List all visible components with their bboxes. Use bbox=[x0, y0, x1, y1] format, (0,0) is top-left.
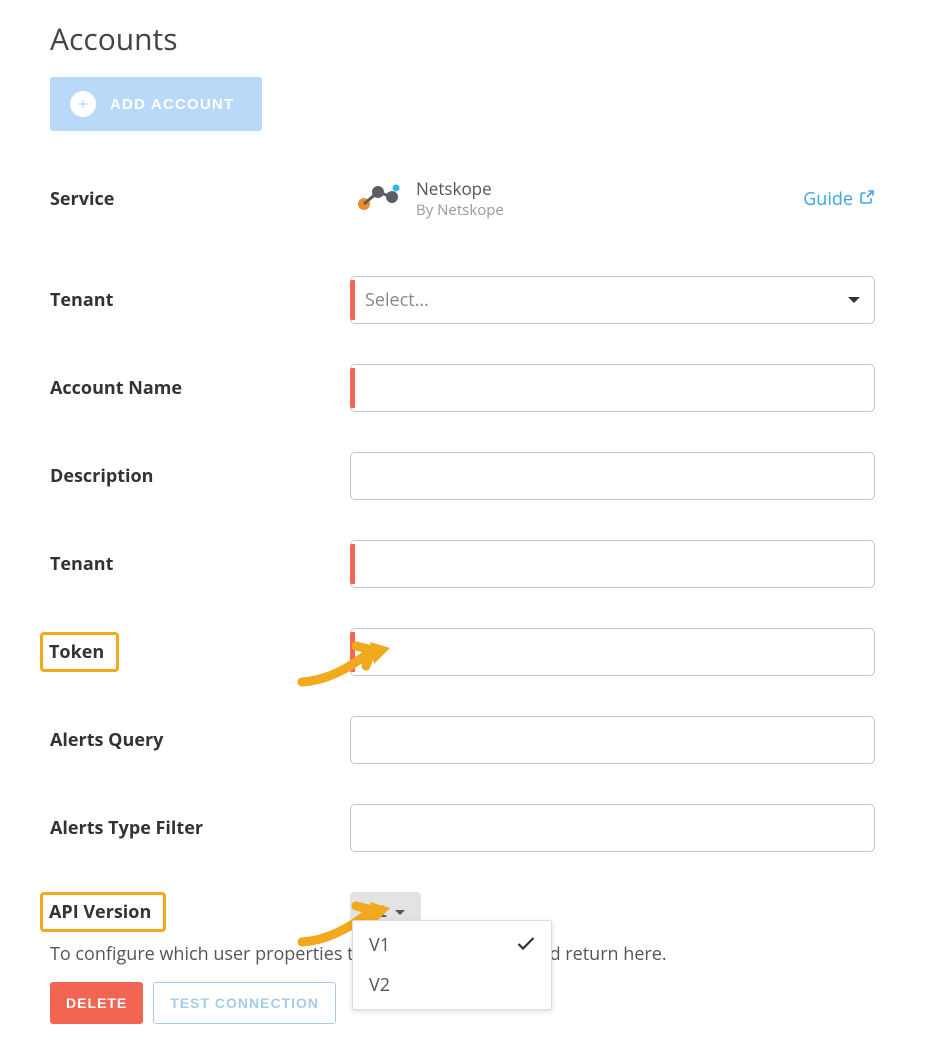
api-version-menu[interactable]: V1 V2 bbox=[352, 920, 552, 1010]
service-label: Service bbox=[50, 187, 114, 211]
api-version-label: API Version bbox=[49, 900, 151, 924]
description-label: Description bbox=[50, 464, 154, 488]
add-account-button[interactable]: ADD ACCOUNT bbox=[50, 77, 262, 131]
test-connection-button[interactable]: TEST CONNECTION bbox=[153, 982, 336, 1024]
api-version-option[interactable]: V2 bbox=[353, 965, 551, 1005]
api-version-option[interactable]: V1 bbox=[353, 925, 551, 965]
tenant-text-input[interactable] bbox=[350, 540, 875, 588]
alerts-query-label: Alerts Query bbox=[50, 728, 163, 752]
highlight-token: Token bbox=[40, 632, 119, 672]
token-input[interactable] bbox=[350, 628, 875, 676]
required-marker-icon bbox=[350, 632, 355, 672]
required-marker-icon bbox=[350, 280, 355, 320]
plus-icon bbox=[70, 91, 96, 117]
highlight-api-version: API Version bbox=[40, 892, 166, 932]
service-name: Netskope bbox=[416, 177, 504, 200]
service-vendor: By Netskope bbox=[416, 200, 504, 220]
token-label: Token bbox=[49, 640, 104, 664]
external-link-icon bbox=[859, 187, 875, 211]
tenant-select[interactable]: Select... bbox=[350, 276, 875, 324]
tenant-select-label: Tenant bbox=[50, 288, 113, 312]
required-marker-icon bbox=[350, 544, 355, 584]
chevron-down-icon bbox=[395, 910, 405, 915]
tenant-select-placeholder: Select... bbox=[365, 288, 429, 312]
guide-link-label: Guide bbox=[803, 187, 853, 211]
alerts-type-filter-label: Alerts Type Filter bbox=[50, 816, 203, 840]
check-icon bbox=[517, 933, 535, 957]
add-account-label: ADD ACCOUNT bbox=[110, 96, 234, 113]
api-version-option-label: V2 bbox=[369, 973, 390, 997]
api-version-option-label: V1 bbox=[369, 933, 390, 957]
service-display: Netskope By Netskope bbox=[350, 177, 504, 220]
description-input[interactable] bbox=[350, 452, 875, 500]
account-name-label: Account Name bbox=[50, 376, 182, 400]
guide-link[interactable]: Guide bbox=[803, 187, 875, 211]
netskope-icon bbox=[356, 180, 402, 217]
api-version-selected: V1 bbox=[366, 902, 387, 922]
delete-button[interactable]: DELETE bbox=[50, 982, 143, 1024]
page-title: Accounts bbox=[50, 18, 875, 59]
account-name-input[interactable] bbox=[350, 364, 875, 412]
chevron-down-icon bbox=[848, 297, 860, 303]
alerts-query-input[interactable] bbox=[350, 716, 875, 764]
alerts-type-filter-input[interactable] bbox=[350, 804, 875, 852]
tenant-text-label: Tenant bbox=[50, 552, 113, 576]
required-marker-icon bbox=[350, 368, 355, 408]
